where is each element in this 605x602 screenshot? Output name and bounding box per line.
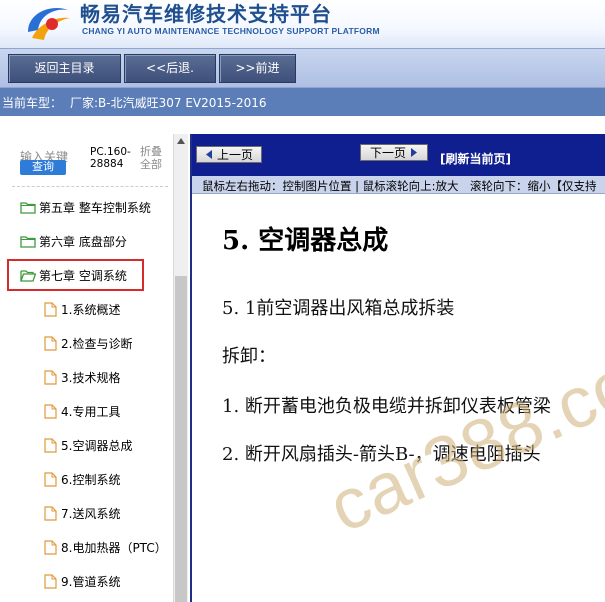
vehicle-label: 当前车型： [2,96,63,110]
folder-icon [20,234,36,248]
document-title: 5. 空调器总成 [222,226,389,256]
sidebar-scrollbar[interactable] [173,134,188,602]
document-line: 5. 1前空调器出风箱总成拆装 [222,298,455,319]
cy-logo-icon [28,8,70,40]
page-icon [44,437,57,453]
prev-page-label: 上一页 [216,148,253,162]
home-button[interactable]: 返回主目录 [8,54,121,83]
app-title: 畅易汽车维修技术支持平台 [80,2,332,26]
main-toolbar: 返回主目录 <<后退. >>前进 [0,48,605,88]
sidebar: 输入关键 查询 PC.160-28884 折叠全部 第五章 整车控制系统 第六章… [0,134,186,602]
app-subtitle: CHANG YI AUTO MAINTENANCE TECHNOLOGY SUP… [82,26,380,36]
document-viewer: 上一页 下一页 [刷新当前页] 鼠标左右拖动：控制图片位置 | 鼠标滚轮向上:放… [190,134,605,602]
collapse-all-button[interactable]: 折叠全部 [140,145,170,171]
app-header: 畅易汽车维修技术支持平台 CHANG YI AUTO MAINTENANCE T… [0,0,605,48]
viewer-nav-bar: 上一页 下一页 [刷新当前页] [192,134,605,176]
page-icon [44,573,57,589]
watermark: car388.com [317,317,605,548]
next-page-label: 下一页 [369,146,406,160]
arrow-right-icon [411,148,417,157]
search-button[interactable]: 查询 [20,160,66,175]
tree-chapter[interactable]: 第六章 底盘部分 [20,230,192,252]
document-page[interactable]: 5. 空调器总成 5. 1前空调器出风箱总成拆装 拆卸： 1. 断开蓄电池负极电… [192,194,605,602]
arrow-left-icon [205,150,212,159]
page-icon [44,369,57,385]
vehicle-info-bar: 当前车型： 厂家:B-北汽威旺307 EV2015-2016 [0,88,605,116]
tree-chapter[interactable]: 第五章 整车控制系统 [20,196,192,218]
tree-label: 2.检查与诊断 [61,336,133,351]
page-icon [44,335,57,351]
tree-label: 8.电加热器（PTC） [61,540,167,555]
folder-icon [20,200,36,214]
scroll-up-arrow-icon[interactable] [174,134,188,148]
refresh-page-link[interactable]: [刷新当前页] [440,150,511,167]
page-icon [44,301,57,317]
page-icon [44,505,57,521]
doc-code: PC.160-28884 [90,146,131,170]
tree-label: 第六章 底盘部分 [39,234,127,249]
usage-hint: 鼠标左右拖动：控制图片位置 | 鼠标滚轮向上:放大 滚轮向下：缩小【仅支持 [202,179,597,193]
prev-page-button[interactable]: 上一页 [196,146,262,163]
selection-highlight [7,259,144,291]
sidebar-divider [12,186,168,187]
tree-label: 6.控制系统 [61,472,121,487]
scroll-thumb[interactable] [175,276,187,602]
tree-label: 第五章 整车控制系统 [39,200,151,215]
tree-label: 7.送风系统 [61,506,121,521]
document-line: 拆卸： [222,346,276,367]
forward-button[interactable]: >>前进 [219,54,296,83]
vehicle-value: 厂家:B-北汽威旺307 EV2015-2016 [70,96,267,110]
next-page-button[interactable]: 下一页 [360,144,428,161]
tree-label: 9.管道系统 [61,574,121,589]
tree-label: 1.系统概述 [61,302,121,317]
page-icon [44,539,57,555]
tree-label: 4.专用工具 [61,404,121,419]
hint-bar: 鼠标左右拖动：控制图片位置 | 鼠标滚轮向上:放大 滚轮向下：缩小【仅支持 [192,176,605,194]
page-icon [44,471,57,487]
tree-label: 5.空调器总成 [61,438,133,453]
back-button[interactable]: <<后退. [124,54,216,83]
tree-label: 3.技术规格 [61,370,121,385]
page-icon [44,403,57,419]
